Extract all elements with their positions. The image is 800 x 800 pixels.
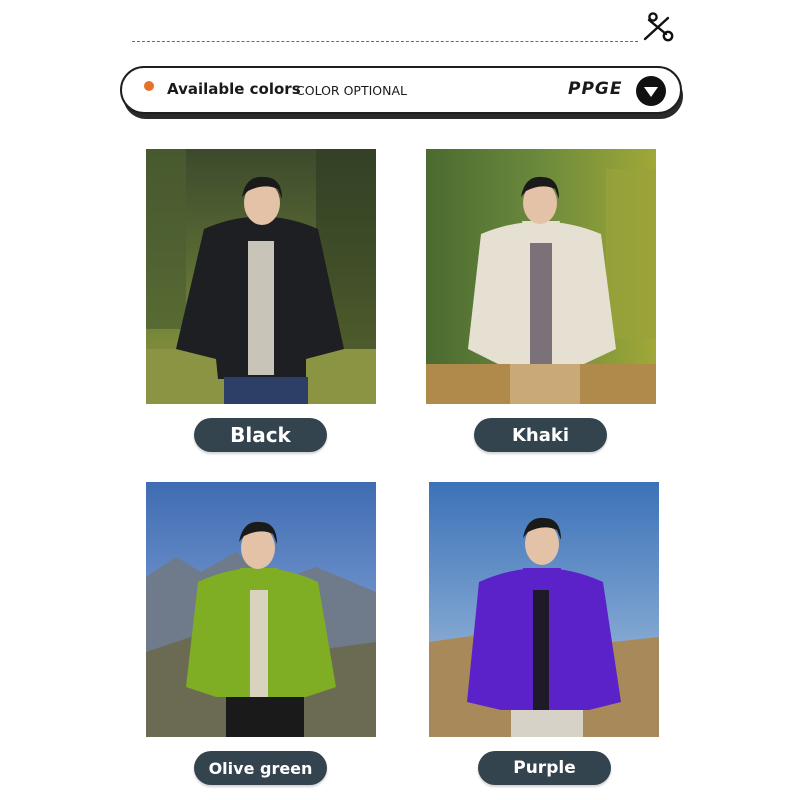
color-label-purple[interactable]: Purple [478, 751, 611, 785]
color-header-banner: Available colors COLOR OPTIONAL PPGE [120, 66, 682, 114]
dashed-cut-line [132, 41, 638, 42]
color-label-black[interactable]: Black [194, 418, 327, 452]
banner-subtitle: COLOR OPTIONAL [296, 83, 407, 98]
banner-title: Available colors [167, 80, 301, 98]
color-photo-purple[interactable] [429, 482, 659, 737]
chevron-down-icon[interactable] [636, 76, 666, 106]
bullet-dot-icon [144, 81, 154, 91]
color-photo-khaki[interactable] [426, 149, 656, 404]
color-photo-black[interactable] [146, 149, 376, 404]
brand-logo: PPGE [568, 79, 623, 99]
color-label-olive-green[interactable]: Olive green [194, 751, 327, 785]
color-label-khaki[interactable]: Khaki [474, 418, 607, 452]
scissors-icon [640, 12, 676, 44]
color-photo-olive-green[interactable] [146, 482, 376, 737]
